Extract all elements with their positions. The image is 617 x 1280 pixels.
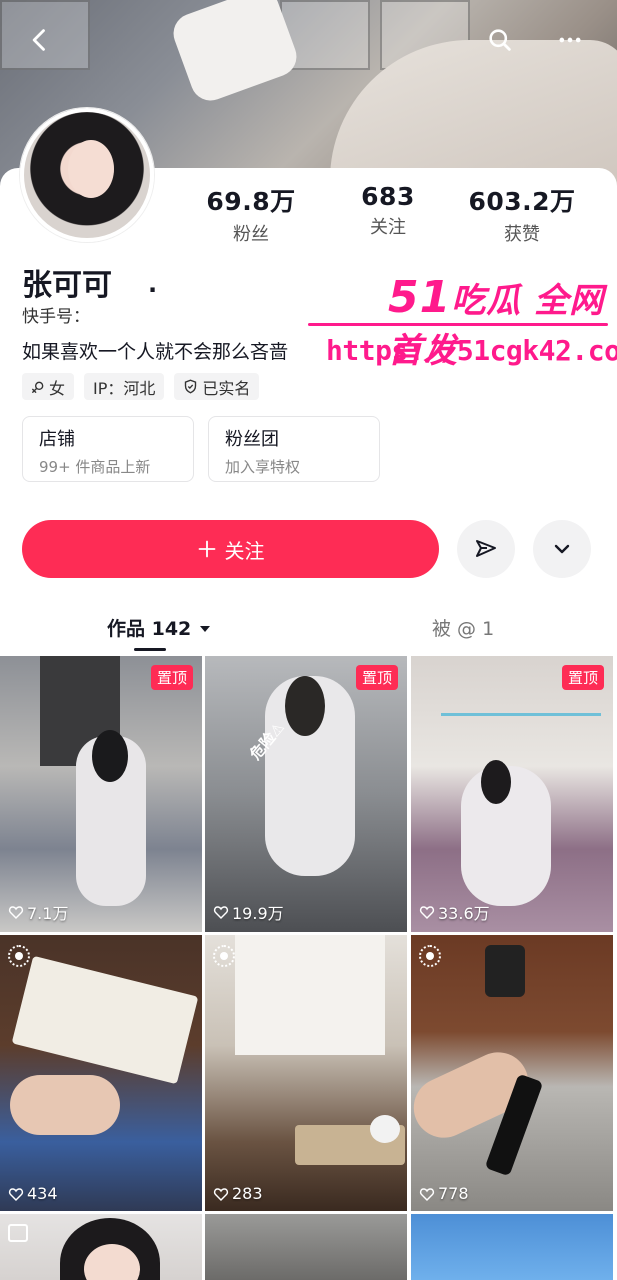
thumb-shape [10,1075,120,1135]
video-thumb[interactable]: 危险⚠ 置顶 19.9万 [205,656,407,932]
stat-label: 粉丝 [233,224,269,245]
pinned-badge: 置顶 [150,665,193,690]
search-button[interactable] [482,22,518,58]
send-icon [476,540,496,557]
chevron-left-icon [32,29,45,51]
heart-icon [8,1187,24,1201]
heart-icon [419,1187,435,1201]
video-thumb[interactable] [411,1214,613,1280]
video-thumb[interactable]: 434 [0,935,202,1211]
like-count-value: 33.6万 [438,904,490,923]
kuaishou-id[interactable]: 快手号： [22,302,90,327]
thumb-shape [481,760,511,804]
live-photo-icon [419,945,441,967]
shop-subtitle: 99+ 件商品上新 [39,458,151,476]
tag-gender-label: 女 [49,378,66,398]
video-thumb[interactable]: 778 [411,935,613,1211]
thumb-shape [370,1115,400,1143]
video-thumb[interactable]: 置顶 33.6万 [411,656,613,932]
fan-club-entry[interactable]: 粉丝团 加入享特权 [208,416,380,482]
stat-value: 69.8万 [206,187,296,216]
shield-check-icon [185,379,197,394]
profile-name: 张可可 [22,268,112,303]
live-photo-icon [213,945,235,967]
like-count: 283 [213,1184,263,1203]
cover-figure [167,0,303,107]
video-thumb[interactable]: 283 [205,935,407,1211]
video-thumb[interactable]: 置顶 7.1万 [0,656,202,932]
like-count: 19.9万 [213,900,284,924]
stat-label: 关注 [370,217,406,238]
tag-gender: 女 [22,373,75,400]
pinned-badge: 置顶 [355,665,398,690]
more-dots-icon [559,37,581,43]
stat-value: 603.2万 [468,187,576,216]
like-count-value: 7.1万 [27,904,69,923]
thumb-shape [235,935,385,1055]
tab-works-label: 作品 142 [107,618,192,640]
live-photo-icon [8,945,30,967]
like-count-value: 283 [232,1184,263,1203]
expand-button[interactable] [533,520,591,578]
tag-ip-label: IP：河北 [93,378,156,398]
profile-bio: 如果喜欢一个人就不会那么吝啬 [22,341,289,363]
stat-label: 获赞 [504,224,540,245]
like-count-value: 19.9万 [232,904,284,923]
heart-icon [8,906,24,920]
tag-ip: IP：河北 [84,373,165,400]
tab-mentions-label: 被 @ 1 [432,618,495,640]
more-button[interactable] [552,22,588,58]
heart-icon [213,906,229,920]
like-count: 434 [8,1184,58,1203]
thumb-shape [285,676,325,736]
like-count-value: 434 [27,1184,58,1203]
watermark-number: 51 [388,272,452,323]
pinned-badge: 置顶 [561,665,604,690]
chevron-down-icon [554,544,570,554]
plus-icon [198,540,215,558]
follow-label: 关注 [224,538,265,563]
fan-club-title: 粉丝团 [225,429,279,450]
search-icon [489,29,511,51]
stat-following[interactable]: 683 关注 [346,182,430,239]
follow-button[interactable]: 关注 [22,520,439,578]
stat-value: 683 [361,182,415,211]
watermark-line [308,323,608,326]
avatar[interactable] [20,108,154,242]
back-button[interactable] [22,22,58,58]
shop-title: 店铺 [39,429,75,450]
heart-icon [419,906,435,920]
share-button[interactable] [457,520,515,578]
like-count: 33.6万 [419,900,490,924]
heart-icon [213,1187,229,1201]
female-icon [32,381,44,393]
thumb-shape [11,955,199,1085]
shop-entry[interactable]: 店铺 99+ 件商品上新 [22,416,194,482]
stat-fans[interactable]: 69.8万 粉丝 [206,182,296,246]
tab-indicator [134,648,166,651]
like-count-value: 778 [438,1184,469,1203]
tab-works[interactable]: 作品 142 [107,614,212,641]
avatar-face [68,140,114,198]
stat-likes[interactable]: 603.2万 获赞 [466,182,578,246]
fan-club-subtitle: 加入享特权 [225,458,301,476]
thumb-shape [485,945,525,997]
video-thumb[interactable] [205,1214,407,1280]
image-icon [8,1224,28,1242]
profile-name-dot: . [148,270,158,298]
profile-tags: 女 IP：河北 已实名 [22,373,260,400]
tag-verified-label: 已实名 [202,378,251,398]
caret-down-icon [199,626,210,632]
watermark-url: https://51cgk42.com [326,334,617,367]
like-count: 7.1万 [8,900,68,924]
tab-mentions[interactable]: 被 @ 1 [432,614,494,641]
video-thumb[interactable] [0,1214,202,1280]
like-count: 778 [419,1184,469,1203]
thumb-shape [92,730,128,782]
tag-verified[interactable]: 已实名 [174,373,260,400]
